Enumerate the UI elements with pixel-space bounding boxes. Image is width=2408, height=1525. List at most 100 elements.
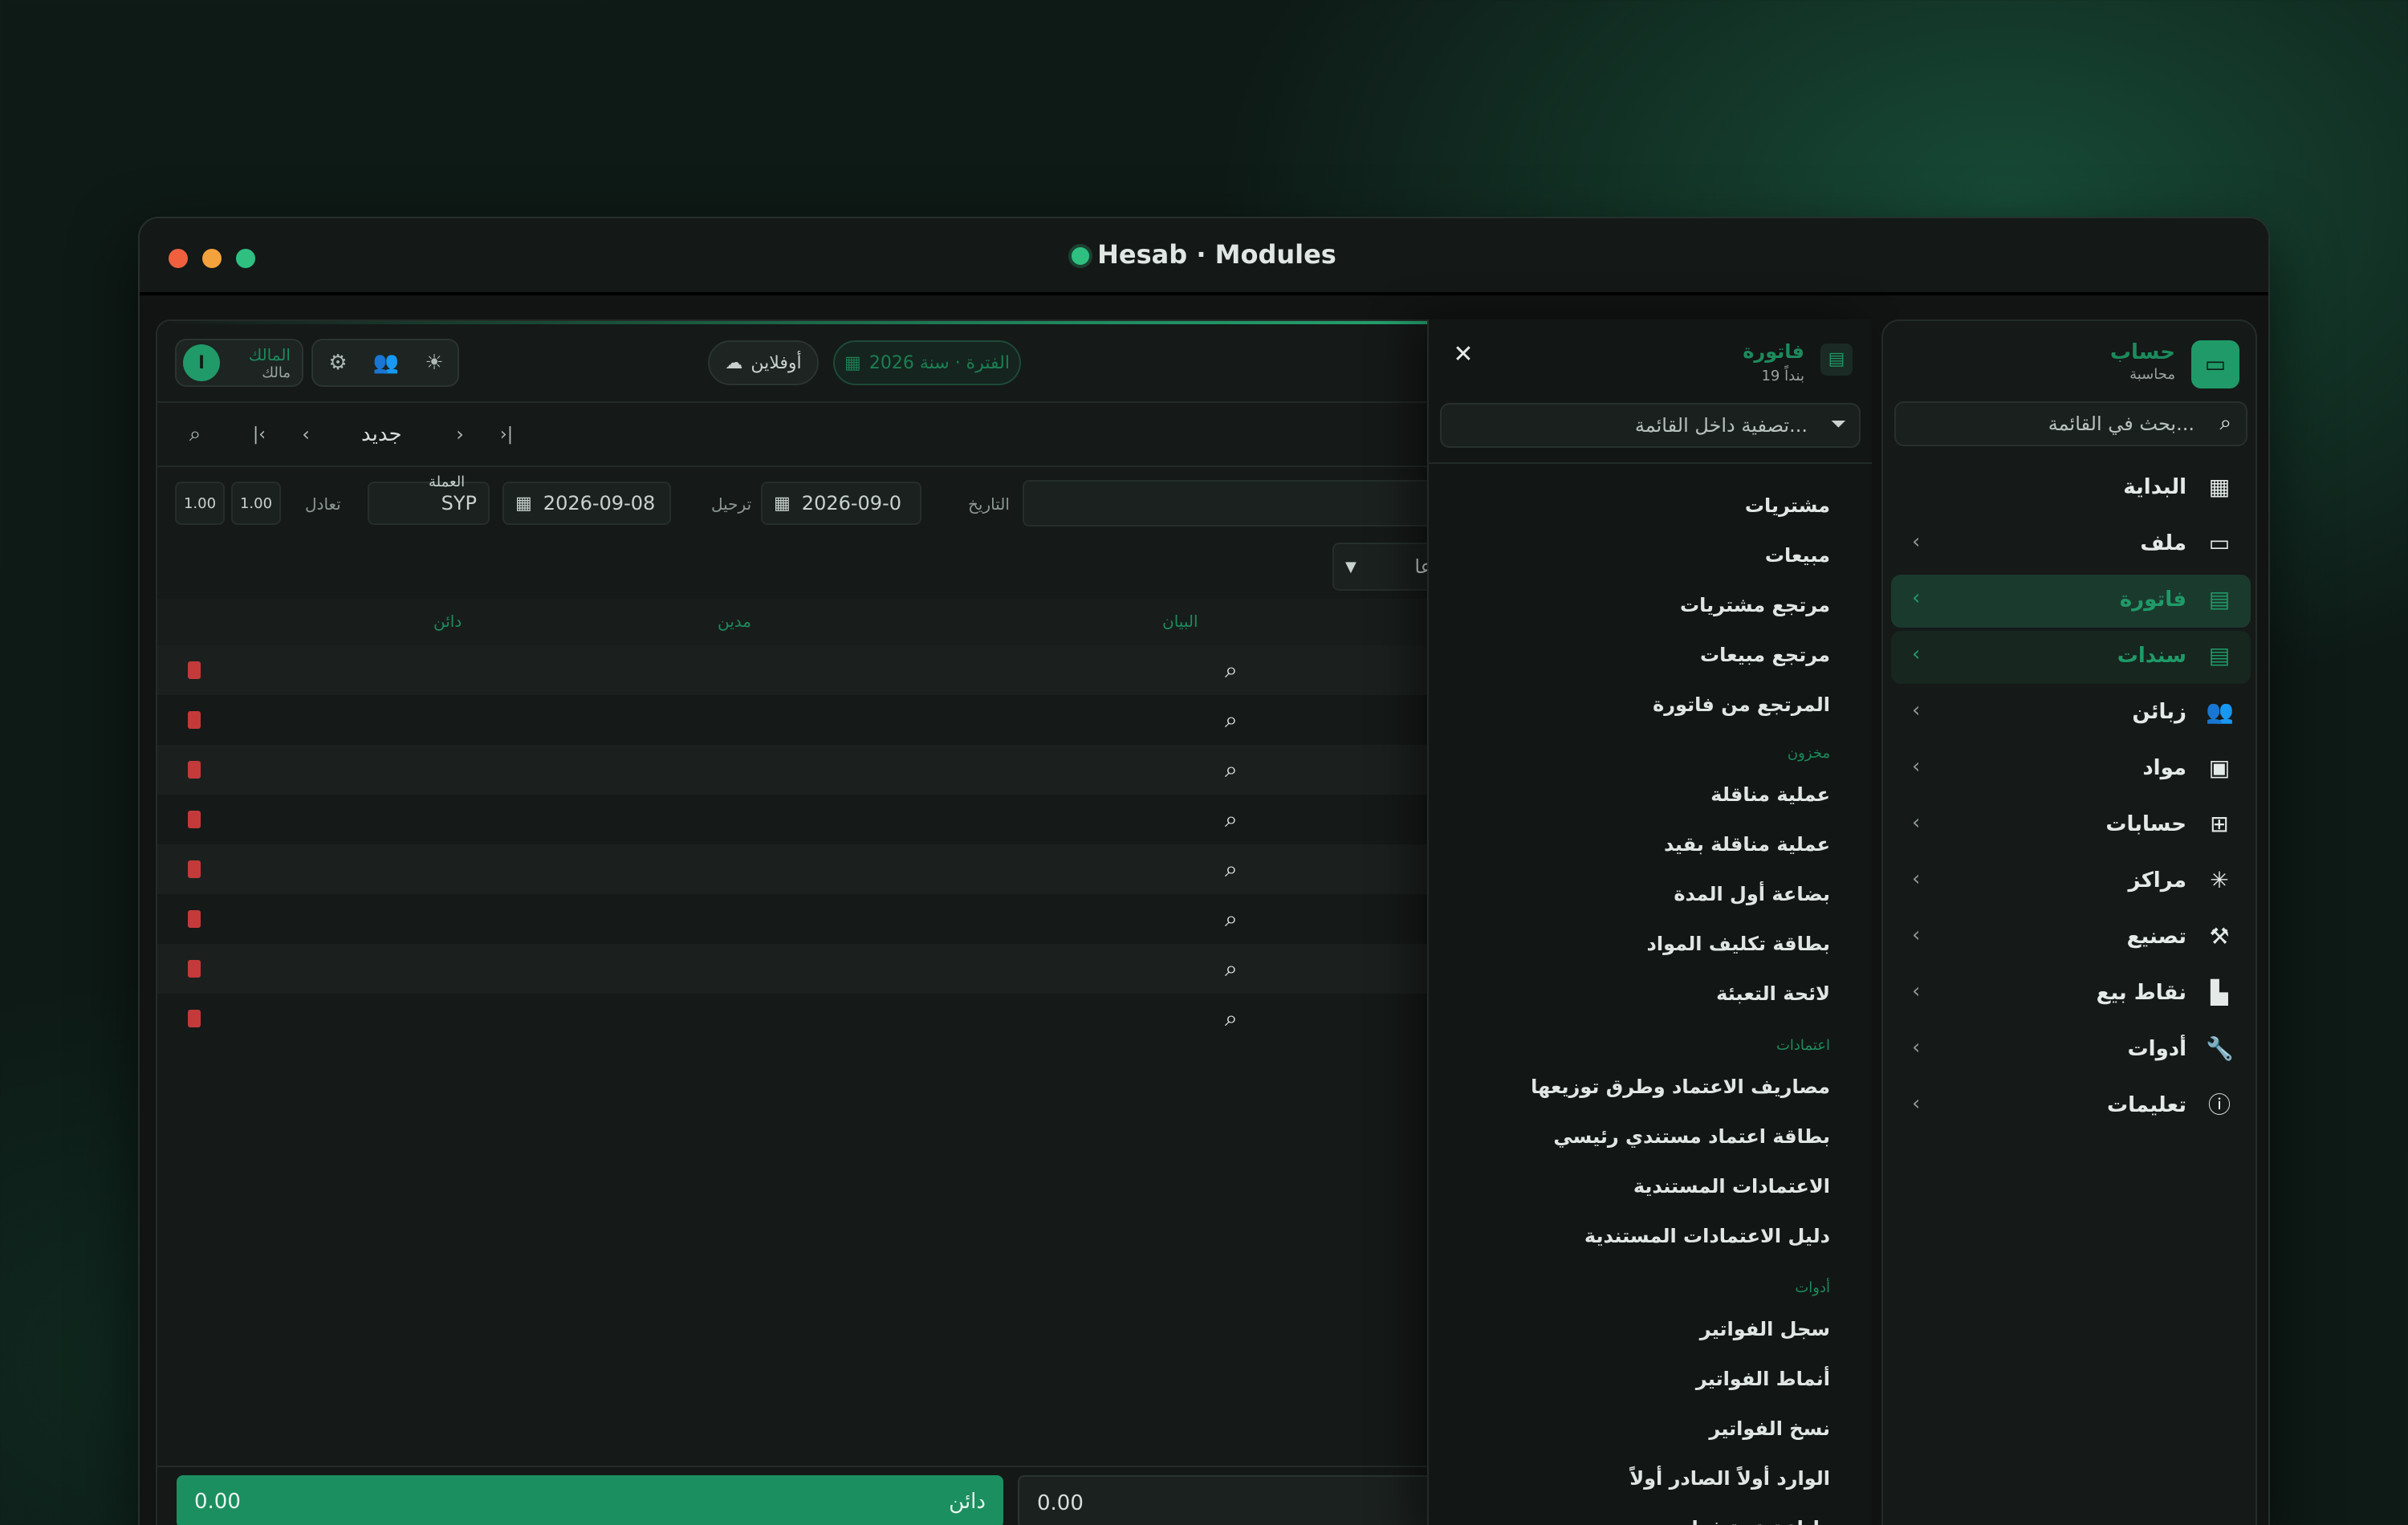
table-row: ⌕ <box>157 994 1487 1043</box>
sidebar-item-invoice[interactable]: ‹ ▤ فاتورة <box>1891 575 2251 628</box>
sidebar-item-centers[interactable]: ‹ ✳ مراكز <box>1891 856 2251 909</box>
sidebar-item-start[interactable]: ▦ البداية <box>1891 462 2251 515</box>
record-navigation: ⌕ |‹ ‹ جديد › ›| <box>157 401 1487 467</box>
sidebar-search-placeholder: بحث في القائمة... <box>2048 413 2194 435</box>
date-field[interactable]: ▦ 2026-09-0 <box>761 482 921 525</box>
table-row: ⌕ <box>157 844 1487 894</box>
sidebar-item-help[interactable]: ‹ ⓘ تعليمات <box>1891 1080 2251 1133</box>
invoice-icon: ▤ <box>2208 586 2231 612</box>
menu-item[interactable]: دليل الاعتمادات المستندية <box>1584 1225 1830 1247</box>
chevron-icon: ‹ <box>1912 642 1921 666</box>
sidebar-item-vouchers[interactable]: ‹ ▤ سندات <box>1891 631 2251 684</box>
menu-item[interactable]: بطاقة اعتماد مستندي رئيسي <box>1553 1125 1830 1148</box>
trash-icon[interactable] <box>188 711 201 729</box>
sidebar-item-customers[interactable]: ‹ 👥 زبائن <box>1891 687 2251 740</box>
user-chip[interactable]: ا المالك مالك <box>175 339 303 387</box>
new-record-label[interactable]: جديد <box>361 422 402 446</box>
search-icon[interactable]: ⌕ <box>1225 657 1238 684</box>
divider <box>1429 462 1872 464</box>
close-icon[interactable]: ✕ <box>1446 337 1480 371</box>
search-icon[interactable]: ⌕ <box>1225 806 1238 833</box>
trash-icon[interactable] <box>188 1010 201 1027</box>
menu-item[interactable]: لائحة التعبئة <box>1716 982 1830 1005</box>
next-record-icon[interactable]: › <box>443 417 477 451</box>
menu-item[interactable]: مرتجع مبيعات <box>1700 644 1830 666</box>
sidebar-search-input[interactable]: ⌕ بحث في القائمة... <box>1894 401 2247 446</box>
trash-icon[interactable] <box>188 960 201 978</box>
sidebar-item-file[interactable]: ‹ ▭ ملف <box>1891 518 2251 571</box>
trash-icon[interactable] <box>188 860 201 878</box>
menu-item[interactable]: طباعة عدة فواتير <box>1665 1517 1830 1525</box>
search-icon[interactable]: ⌕ <box>178 417 212 451</box>
menu-item[interactable]: عملية مناقلة بقيد <box>1664 833 1830 856</box>
sidebar-item-label: تصنيع <box>2126 925 2186 949</box>
users-icon[interactable]: 👥 <box>369 346 403 380</box>
menu-item[interactable]: مصاريف الاعتماد وطرق توزيعها <box>1531 1076 1830 1098</box>
menu-item[interactable]: المرتجع من فاتورة <box>1653 693 1830 716</box>
search-icon[interactable]: ⌕ <box>1225 856 1238 883</box>
search-icon[interactable]: ⌕ <box>1225 905 1238 933</box>
menu-item[interactable]: أنماط الفواتير <box>1696 1368 1830 1390</box>
sun-icon[interactable]: ☀ <box>417 346 451 380</box>
menu-item[interactable]: نسخ الفواتير <box>1709 1417 1830 1440</box>
filter-input[interactable]: ⏷ تصفية داخل القائمة... <box>1440 403 1861 448</box>
chevron-icon: ‹ <box>1912 1035 1921 1059</box>
trash-icon[interactable] <box>188 811 201 828</box>
title-bar: Hesab · Modules <box>140 218 2268 295</box>
invoice-icon: ▤ <box>1820 344 1853 376</box>
rate-field-2[interactable]: 1.00 <box>231 482 281 525</box>
search-icon[interactable]: ⌕ <box>1225 955 1238 982</box>
menu-item[interactable]: مشتريات <box>1745 494 1830 517</box>
chevron-icon: ‹ <box>1912 923 1921 947</box>
trash-icon[interactable] <box>188 661 201 679</box>
accent-line <box>157 321 1487 324</box>
table-row: ⌕ <box>157 944 1487 994</box>
col-credit: دائن <box>433 612 462 631</box>
sidebar-item-materials[interactable]: ‹ ▣ مواد <box>1891 743 2251 796</box>
menu-item[interactable]: بضاعة أول المدة <box>1674 883 1830 905</box>
offline-label: أوفلاين <box>750 352 802 373</box>
sidebar-item-label: سندات <box>2117 644 2186 668</box>
posting-date-value: 2026-09-08 <box>543 492 656 514</box>
folder-icon: ▭ <box>2208 530 2231 556</box>
chevron-down-icon: ▼ <box>1345 558 1357 575</box>
offline-badge[interactable]: ☁ أوفلاين <box>708 340 819 385</box>
search-icon[interactable]: ⌕ <box>1225 756 1238 783</box>
menu-item[interactable]: بطاقة تكليف المواد <box>1647 933 1830 955</box>
voucher-icon: ▤ <box>2208 642 2231 669</box>
period-badge[interactable]: ▦ الفترة · سنة 2026 <box>833 340 1021 385</box>
first-record-icon[interactable]: |‹ <box>242 417 276 451</box>
chevron-icon: ‹ <box>1912 698 1921 722</box>
search-icon: ⌕ <box>2219 411 2231 435</box>
menu-item[interactable]: عملية مناقلة <box>1710 783 1830 806</box>
notes-field[interactable] <box>1023 480 1487 527</box>
menu-item[interactable]: الاعتمادات المستندية <box>1633 1175 1830 1198</box>
posting-label: ترحيل <box>711 494 752 514</box>
search-icon[interactable]: ⌕ <box>1225 1005 1238 1032</box>
trash-icon[interactable] <box>188 910 201 928</box>
sidebar-item-tools[interactable]: ‹ 🔧 أدوات <box>1891 1024 2251 1077</box>
period-label: الفترة · سنة 2026 <box>868 352 1010 373</box>
gear-icon[interactable]: ⚙ <box>321 346 355 380</box>
calendar-icon: ▦ <box>2208 474 2231 500</box>
prev-record-icon[interactable]: ‹ <box>289 417 323 451</box>
factory-icon: ⚒ <box>2209 923 2230 950</box>
sidebar-item-pos[interactable]: ‹ ▙ نقاط بيع <box>1891 968 2251 1021</box>
sidebar-item-label: نقاط بيع <box>2096 981 2186 1005</box>
chevron-icon: ‹ <box>1912 867 1921 891</box>
rate-field-1[interactable]: 1.00 <box>175 482 225 525</box>
sidebar-item-accounts[interactable]: ‹ ⊞ حسابات <box>1891 799 2251 852</box>
menu-item[interactable]: سجل الفواتير <box>1700 1318 1830 1340</box>
menu-item[interactable]: مبيعات <box>1765 544 1830 567</box>
totals-bar: 0.00 دائن 0.00 <box>157 1466 1487 1525</box>
last-record-icon[interactable]: ›| <box>490 417 523 451</box>
posting-date-field[interactable]: ▦ 2026-09-08 <box>502 482 671 525</box>
brand-subtitle: محاسبة <box>2129 366 2175 383</box>
trash-icon[interactable] <box>188 761 201 779</box>
search-icon[interactable]: ⌕ <box>1225 706 1238 734</box>
sidebar-item-manufacturing[interactable]: ‹ ⚒ تصنيع <box>1891 912 2251 965</box>
menu-item[interactable]: مرتجع مشتريات <box>1680 594 1830 616</box>
toolbar-icons: ⚙ 👥 ☀ <box>311 339 459 387</box>
calendar-icon: ▦ <box>774 493 791 514</box>
menu-item[interactable]: الوارد أولاً الصادر أولاً <box>1629 1467 1830 1490</box>
